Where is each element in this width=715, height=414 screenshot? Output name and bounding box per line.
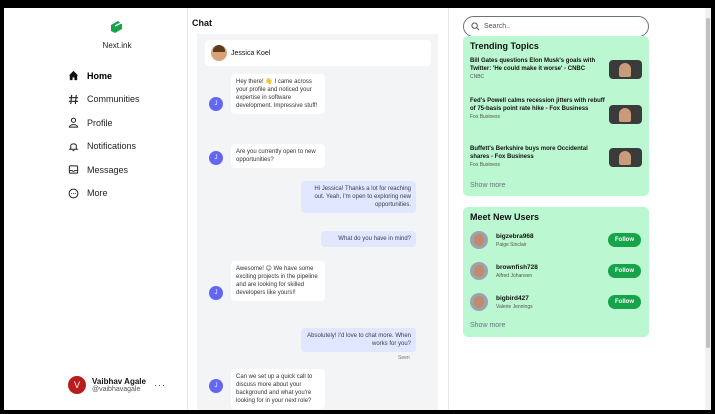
- trending-source: CNBC: [470, 74, 485, 80]
- trending-item[interactable]: Buffett's Berkshire buys more Occidental…: [470, 146, 605, 168]
- user-handle[interactable]: brownfish728: [496, 264, 538, 271]
- avatar: [470, 231, 488, 249]
- avatar: J: [209, 97, 223, 111]
- message-icon: [68, 164, 79, 175]
- nav-label: Profile: [87, 117, 113, 128]
- news-thumbnail: [609, 148, 642, 167]
- message-outgoing: Hi Jessica! Thanks a lot for reaching ou…: [301, 181, 416, 213]
- trending-headline: Bill Gates questions Elon Musk's goals w…: [470, 58, 596, 72]
- avatar: J: [209, 286, 223, 300]
- nav-item-notifications[interactable]: Notifications: [68, 135, 140, 159]
- search-icon: [471, 22, 480, 31]
- profile-handle: @vaibhavagale: [92, 386, 141, 393]
- profile-more-button[interactable]: ···: [154, 380, 166, 390]
- nav-item-profile[interactable]: Profile: [68, 111, 140, 135]
- news-thumbnail: [609, 60, 642, 79]
- follow-button[interactable]: Follow: [608, 264, 641, 278]
- nav-label: Home: [87, 70, 113, 81]
- chat-panel: Chat Jessica Koel J Hey there! 👋 I came …: [187, 8, 449, 410]
- nav-item-communities[interactable]: Communities: [68, 88, 140, 112]
- avatar: J: [209, 379, 223, 393]
- scrollbar-thumb[interactable]: [706, 18, 710, 348]
- more-circle-icon: [68, 188, 79, 199]
- nav-label: Notifications: [87, 141, 137, 152]
- users-show-more-link[interactable]: Show more: [470, 322, 505, 329]
- left-sidebar: Next.ink Home Communities Profile Notifi…: [4, 8, 187, 410]
- follow-button[interactable]: Follow: [608, 295, 641, 309]
- main-nav: Home Communities Profile Notifications M…: [68, 64, 140, 205]
- search-placeholder: Search..: [484, 23, 511, 30]
- trending-title: Trending Topics: [470, 41, 539, 51]
- nav-item-home[interactable]: Home: [68, 64, 140, 88]
- trending-item[interactable]: Bill Gates questions Elon Musk's goals w…: [470, 58, 605, 80]
- avatar: J: [209, 151, 223, 165]
- user-name: Alfred Johansen: [496, 273, 533, 279]
- chat-title: Chat: [192, 18, 212, 28]
- nav-item-more[interactable]: More: [68, 182, 140, 206]
- user-name: Valerie Jennings: [496, 304, 533, 310]
- message-incoming: Awesome! 😊 We have some exciting project…: [231, 261, 325, 301]
- hash-icon: [68, 94, 79, 105]
- user-handle[interactable]: bigzebra968: [496, 233, 534, 240]
- user-name: Paige Sinclair: [496, 242, 527, 248]
- follow-button[interactable]: Follow: [608, 233, 641, 247]
- user-suggestion: bigzebra968 Paige Sinclair Follow: [470, 230, 642, 252]
- users-title: Meet New Users: [470, 212, 540, 222]
- search-input[interactable]: Search..: [463, 16, 649, 37]
- account-switcher[interactable]: V Vaibhav Agale @vaibhavagale: [68, 376, 146, 394]
- app-window: Next.ink Home Communities Profile Notifi…: [4, 8, 711, 410]
- nav-label: More: [87, 188, 108, 199]
- nav-item-messages[interactable]: Messages: [68, 158, 140, 182]
- home-icon: [68, 70, 79, 81]
- seen-indicator: Seen: [398, 355, 410, 361]
- trending-headline: Fed's Powell calms recession jitters wit…: [470, 98, 605, 112]
- contact-avatar: [211, 45, 227, 61]
- nav-label: Communities: [87, 94, 140, 105]
- trending-show-more-link[interactable]: Show more: [470, 182, 505, 189]
- trending-headline: Buffett's Berkshire buys more Occidental…: [470, 146, 588, 160]
- contact-name: Jessica Koel: [231, 49, 271, 57]
- trending-source: Fox Business: [470, 114, 501, 120]
- message-incoming: Are you currently open to new opportunit…: [231, 144, 325, 168]
- chat-thread[interactable]: Jessica Koel J Hey there! 👋 I came acros…: [197, 34, 438, 410]
- message-incoming: Can we set up a quick call to discuss mo…: [231, 369, 325, 409]
- user-suggestion: bigbird427 Valerie Jennings Follow: [470, 292, 642, 314]
- message-outgoing: What do you have in mind?: [321, 231, 416, 247]
- meet-new-users-card: Meet New Users bigzebra968 Paige Sinclai…: [463, 207, 649, 337]
- message-incoming: Hey there! 👋 I came across your profile …: [231, 74, 325, 114]
- avatar: [470, 262, 488, 280]
- logo-icon[interactable]: [109, 20, 123, 34]
- bell-icon: [68, 141, 79, 152]
- avatar: [470, 293, 488, 311]
- person-icon: [68, 117, 79, 128]
- user-handle[interactable]: bigbird427: [496, 295, 529, 302]
- avatar: V: [68, 376, 86, 394]
- profile-name: Vaibhav Agale: [92, 377, 146, 386]
- news-thumbnail: [609, 105, 642, 124]
- user-suggestion: brownfish728 Alfred Johansen Follow: [470, 261, 642, 283]
- nav-label: Messages: [87, 164, 129, 175]
- chat-contact-header[interactable]: Jessica Koel: [205, 40, 431, 66]
- trending-source: Fox Business: [470, 162, 501, 168]
- right-sidebar: Search.. Trending Topics Bill Gates ques…: [450, 8, 711, 410]
- message-outgoing: Absolutely! I'd love to chat more. When …: [301, 328, 416, 352]
- trending-topics-card: Trending Topics Bill Gates questions Elo…: [463, 36, 649, 196]
- trending-item[interactable]: Fed's Powell calms recession jitters wit…: [470, 98, 605, 120]
